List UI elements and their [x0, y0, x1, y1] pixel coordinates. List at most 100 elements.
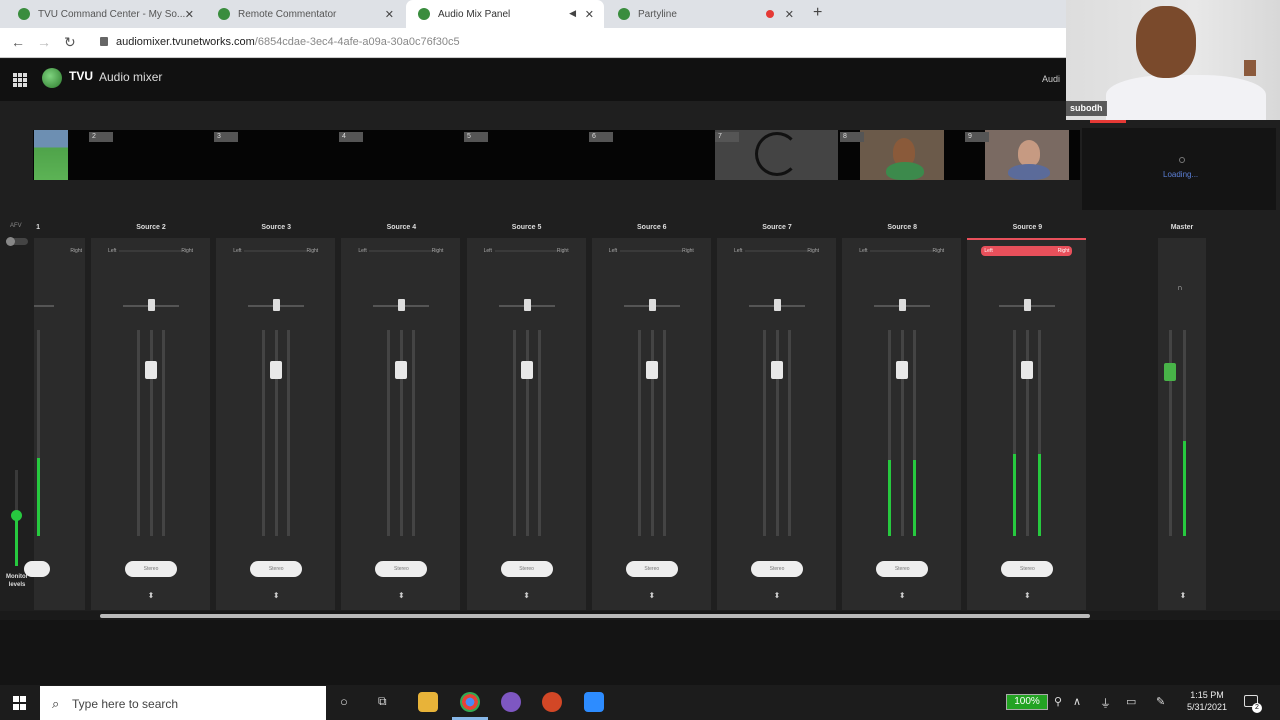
meter-rail-right: [287, 330, 291, 536]
fader-handle[interactable]: [145, 361, 157, 379]
reload-icon[interactable]: ↻: [64, 34, 76, 51]
right-label: Right: [431, 248, 444, 254]
forward-icon[interactable]: →: [37, 34, 51, 50]
tab-title: Partyline: [638, 8, 677, 20]
pan-lr-control[interactable]: Left Right: [981, 246, 1073, 256]
pan-lr-control[interactable]: Left Right: [355, 246, 446, 256]
pan-knob[interactable]: [398, 299, 406, 311]
zoom-icon[interactable]: [584, 692, 604, 712]
header-right-label: Audi: [1042, 74, 1061, 84]
stereo-button[interactable]: Stereo: [751, 561, 803, 577]
tab-remote-commentator[interactable]: Remote Commentator ✕: [206, 0, 404, 28]
webcam-indicator: [1090, 120, 1126, 123]
meter-rail-right: [162, 330, 165, 536]
pan-knob[interactable]: [523, 299, 531, 311]
stereo-button[interactable]: Stereo: [876, 561, 929, 577]
tab-audio-mix-panel[interactable]: Audio Mix Panel ◀ ✕: [406, 0, 604, 28]
pan-lr-control[interactable]: Left Right: [230, 246, 321, 256]
pan-lr-1[interactable]: Right: [34, 246, 85, 256]
new-tab-icon[interactable]: +: [813, 4, 822, 22]
stereo-button[interactable]: Stereo: [500, 561, 553, 577]
file-explorer-icon[interactable]: [418, 692, 438, 712]
task-view-icon[interactable]: ⧉: [378, 694, 387, 709]
stereo-button[interactable]: Stereo: [1001, 561, 1054, 577]
horizontal-scrollbar[interactable]: [100, 614, 1090, 618]
left-label: Left: [984, 248, 993, 254]
route-arrow-icon[interactable]: ⬍: [522, 591, 532, 600]
slot-number: 6: [589, 132, 613, 142]
pen-icon[interactable]: ✎: [1156, 695, 1165, 708]
afv-toggle[interactable]: [6, 237, 28, 246]
master-fader-handle[interactable]: [1164, 363, 1176, 381]
meter-rail-left: [262, 330, 266, 536]
powerpoint-icon[interactable]: [542, 692, 562, 712]
channel-label: Source 7: [762, 224, 792, 231]
headphone-icon[interactable]: ∩: [1177, 283, 1183, 292]
pan-knob[interactable]: [774, 299, 781, 311]
fader-handle[interactable]: [896, 361, 909, 379]
cortana-icon[interactable]: ○: [340, 694, 348, 709]
pan-lr-control[interactable]: Left Right: [481, 246, 572, 256]
slot-number: 4: [339, 132, 363, 142]
pan-knob[interactable]: [648, 299, 656, 311]
tab-command-center[interactable]: TVU Command Center - My So... ✕: [6, 0, 204, 28]
route-arrow-icon[interactable]: ⬍: [146, 591, 156, 600]
participant-image: [1018, 140, 1040, 166]
monitor-level-handle[interactable]: [11, 510, 22, 521]
stereo-button[interactable]: Stereo: [125, 561, 177, 577]
route-arrow-icon[interactable]: ⬍: [1022, 591, 1032, 600]
route-arrow-icon[interactable]: ⬍: [772, 591, 782, 600]
windows-start-icon[interactable]: [13, 696, 27, 710]
chrome-icon[interactable]: [460, 692, 480, 712]
tab-partyline[interactable]: Partyline ✕: [606, 0, 804, 28]
route-arrow-icon[interactable]: ⬍: [897, 591, 907, 600]
level-meter-right: [913, 460, 917, 536]
apps-grid-icon[interactable]: [13, 73, 27, 87]
clock[interactable]: 1:15 PM 5/31/2021: [1180, 689, 1234, 713]
pan-lr-control[interactable]: Left Right: [606, 246, 697, 256]
left-label: Left: [734, 248, 743, 254]
network-icon[interactable]: ▭: [1126, 695, 1136, 708]
close-icon[interactable]: ✕: [585, 8, 594, 21]
pan-lr-track: [494, 250, 558, 252]
fader-handle[interactable]: [395, 361, 408, 379]
route-arrow-icon[interactable]: ⬍: [647, 591, 657, 600]
app-icon[interactable]: [501, 692, 521, 712]
close-icon[interactable]: ✕: [185, 8, 194, 21]
stereo-button[interactable]: Stereo: [375, 561, 428, 577]
video-thumb-1[interactable]: [34, 130, 68, 180]
person-shirt: [1106, 75, 1266, 120]
speaker-icon[interactable]: ◀: [569, 8, 576, 19]
stereo-button[interactable]: Stereo: [625, 561, 678, 577]
pan-lr-control[interactable]: Left Right: [856, 246, 947, 256]
url-field[interactable]: audiomixer.tvunetworks.com/6854cdae-3ec4…: [100, 36, 460, 48]
stereo-button[interactable]: [24, 561, 50, 577]
fader-handle[interactable]: [645, 361, 658, 379]
route-arrow-icon[interactable]: ⬍: [271, 591, 281, 600]
usb-icon[interactable]: ⏚: [1100, 695, 1111, 711]
fader-handle[interactable]: [520, 361, 533, 379]
battery-indicator[interactable]: 100%: [1006, 694, 1048, 710]
close-icon[interactable]: ✕: [385, 8, 394, 21]
close-icon[interactable]: ✕: [785, 8, 794, 21]
pan-knob[interactable]: [273, 299, 281, 311]
master-arrow-icon[interactable]: ⬍: [1178, 591, 1188, 600]
microphone-icon[interactable]: ⚲: [1054, 695, 1062, 708]
pan-lr-control[interactable]: Left Right: [105, 246, 196, 256]
pan-knob[interactable]: [899, 299, 907, 311]
pan-lr-control[interactable]: Left Right: [731, 246, 822, 256]
fader-handle[interactable]: [270, 361, 283, 379]
back-icon[interactable]: ←: [11, 34, 25, 50]
pan-knob[interactable]: [148, 299, 155, 311]
stereo-button[interactable]: Stereo: [250, 561, 303, 577]
webcam-overlay: subodh: [1066, 0, 1280, 120]
route-arrow-icon[interactable]: ⬍: [396, 591, 406, 600]
chevron-up-icon[interactable]: ∧: [1073, 695, 1081, 708]
monitor-level-fill: [15, 516, 18, 566]
fader-handle[interactable]: [1021, 361, 1034, 379]
pan-lr-track: [870, 250, 934, 252]
fader-handle[interactable]: [771, 361, 783, 379]
pan-knob[interactable]: [1024, 299, 1032, 311]
brand-name: TVU: [69, 69, 93, 83]
app-title: Audio mixer: [99, 70, 163, 84]
